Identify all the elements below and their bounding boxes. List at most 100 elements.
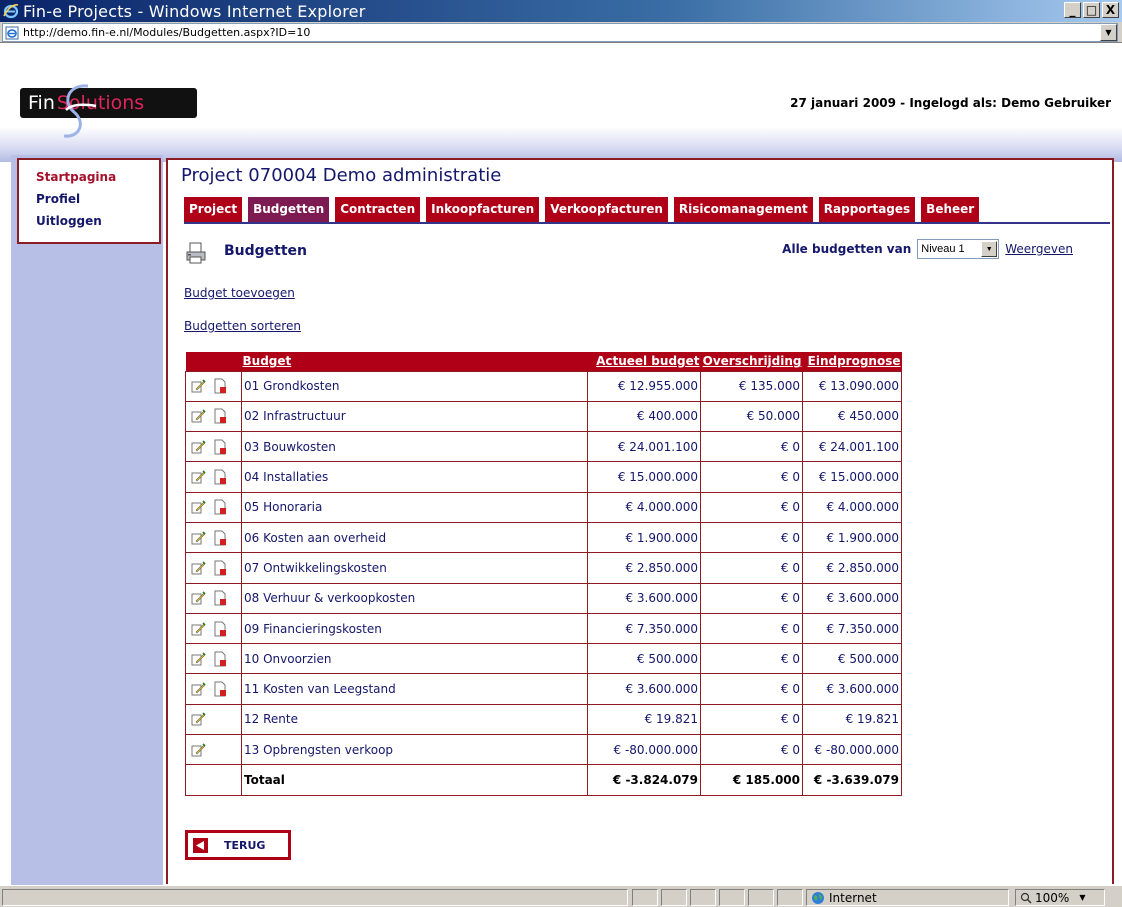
status-cell xyxy=(777,889,803,906)
page-header: Fin Solutions 27 januari 2009 - Ingelogd… xyxy=(0,44,1122,162)
fin-e-solutions-logo[interactable]: Fin Solutions xyxy=(20,84,197,138)
eindprognose: € 2.850.000 xyxy=(802,552,902,584)
delete-icon[interactable] xyxy=(212,439,228,455)
security-zone: Internet xyxy=(806,889,1009,906)
back-label: TERUG xyxy=(224,838,266,852)
row-actions xyxy=(185,461,242,493)
budget-filter: Alle budgetten van Niveau 1 ▼ Weergeven xyxy=(782,239,1073,259)
header-eindprognose[interactable]: Eindprognose xyxy=(802,352,902,371)
delete-icon[interactable] xyxy=(212,681,228,697)
table-row: 11 Kosten van Leegstand € 3.600.000 € 0 € 3… xyxy=(185,673,902,705)
edit-icon[interactable] xyxy=(190,378,206,394)
eindprognose: € 24.001.100 xyxy=(802,431,902,463)
edit-icon[interactable] xyxy=(190,651,206,667)
tab-project[interactable]: Project xyxy=(184,197,243,222)
delete-icon[interactable] xyxy=(212,651,228,667)
login-info: 27 januari 2009 - Ingelogd als: Demo Geb… xyxy=(790,96,1111,110)
delete-icon[interactable] xyxy=(212,590,228,606)
status-cell xyxy=(719,889,745,906)
level-select[interactable]: Niveau 1 ▼ xyxy=(917,239,1000,259)
eindprognose: € 19.821 xyxy=(802,703,902,736)
row-actions xyxy=(185,734,242,766)
delete-icon[interactable] xyxy=(212,469,228,485)
row-actions xyxy=(185,521,242,554)
total-actueel: € -3.824.079 xyxy=(587,764,701,796)
header-overschrijding[interactable]: Overschrijding xyxy=(700,352,803,371)
row-actions xyxy=(185,703,242,736)
edit-icon[interactable] xyxy=(190,742,206,758)
eindprognose: € 450.000 xyxy=(802,400,902,433)
actueel-budget: € 3.600.000 xyxy=(587,582,701,614)
edit-icon[interactable] xyxy=(190,469,206,485)
chevron-down-icon[interactable]: ▼ xyxy=(1079,893,1085,902)
delete-icon[interactable] xyxy=(212,530,228,546)
tab-verkoopfacturen[interactable]: Verkoopfacturen xyxy=(545,197,668,222)
overschrijding: € 50.000 xyxy=(700,400,803,433)
delete-icon[interactable] xyxy=(212,378,228,394)
edit-icon[interactable] xyxy=(190,499,206,515)
maximize-button[interactable]: □ xyxy=(1083,2,1100,18)
minimize-button[interactable]: _ xyxy=(1064,2,1081,18)
chevron-down-icon[interactable]: ▼ xyxy=(981,241,998,257)
sidebar-item-uitloggen[interactable]: Uitloggen xyxy=(36,214,159,228)
address-dropdown-icon[interactable]: ▼ xyxy=(1100,24,1117,41)
edit-icon[interactable] xyxy=(190,439,206,455)
actueel-budget: € 3.600.000 xyxy=(587,673,701,705)
tab-budgetten[interactable]: Budgetten xyxy=(248,197,330,222)
sidebar-item-startpagina[interactable]: Startpagina xyxy=(36,170,159,184)
header-actueel-budget[interactable]: Actueel budget xyxy=(587,352,701,371)
delete-icon[interactable] xyxy=(212,408,228,424)
eindprognose: € 7.350.000 xyxy=(802,612,902,645)
tab-rapportages[interactable]: Rapportages xyxy=(818,197,916,222)
budget-name: 08 Verhuur & verkoopkosten xyxy=(241,582,588,614)
address-bar: http://demo.fin-e.nl/Modules/Budgetten.a… xyxy=(0,22,1122,43)
back-button[interactable]: TERUG xyxy=(185,830,291,860)
tab-risicomanagement[interactable]: Risicomanagement xyxy=(673,197,813,222)
edit-icon[interactable] xyxy=(190,621,206,637)
main-panel: Project 070004 Demo administratie Projec… xyxy=(166,158,1114,884)
table-row: 06 Kosten aan overheid € 1.900.000 € 0 € 1.… xyxy=(185,521,902,554)
edit-icon[interactable] xyxy=(190,560,206,576)
tab-beheer[interactable]: Beheer xyxy=(921,197,980,222)
tab-inkoopfacturen[interactable]: Inkoopfacturen xyxy=(426,197,540,222)
table-header-row: Budget Actueel budget Overschrijding Ein… xyxy=(185,352,902,371)
address-field[interactable]: http://demo.fin-e.nl/Modules/Budgetten.a… xyxy=(2,23,1118,42)
overschrijding: € 0 xyxy=(700,552,803,584)
internet-explorer-icon xyxy=(2,2,20,20)
tab-divider xyxy=(184,222,1110,224)
budget-table: Budget Actueel budget Overschrijding Ein… xyxy=(185,352,902,796)
zoom-control[interactable]: 100% ▼ xyxy=(1015,889,1105,906)
add-budget-link[interactable]: Budget toevoegen xyxy=(184,286,295,300)
row-actions xyxy=(185,643,242,675)
sidebar-item-profiel[interactable]: Profiel xyxy=(36,192,159,206)
row-actions xyxy=(185,370,242,402)
row-actions xyxy=(185,491,242,523)
eindprognose: € 4.000.000 xyxy=(802,491,902,523)
edit-icon[interactable] xyxy=(190,408,206,424)
edit-icon[interactable] xyxy=(190,590,206,606)
table-row: 05 Honoraria € 4.000.000 € 0 € 4.000.000 xyxy=(185,491,902,523)
delete-icon[interactable] xyxy=(212,499,228,515)
eindprognose: € 15.000.000 xyxy=(802,461,902,493)
actueel-budget: € 12.955.000 xyxy=(587,370,701,402)
actueel-budget: € 15.000.000 xyxy=(587,461,701,493)
page-title: Project 070004 Demo administratie xyxy=(181,165,502,186)
edit-icon[interactable] xyxy=(190,711,206,727)
delete-icon[interactable] xyxy=(212,621,228,637)
sort-budgets-link[interactable]: Budgetten sorteren xyxy=(184,319,301,333)
eindprognose: € -80.000.000 xyxy=(802,734,902,766)
sidebar-background xyxy=(11,155,163,885)
table-row: 01 Grondkosten € 12.955.000 € 135.000 € 13.… xyxy=(185,370,902,402)
header-budget[interactable]: Budget xyxy=(241,352,588,371)
edit-icon[interactable] xyxy=(190,681,206,697)
show-button[interactable]: Weergeven xyxy=(1005,242,1073,256)
delete-icon[interactable] xyxy=(212,560,228,576)
edit-icon[interactable] xyxy=(190,530,206,546)
close-button[interactable]: X xyxy=(1102,2,1119,18)
actueel-budget: € 4.000.000 xyxy=(587,491,701,523)
globe-icon xyxy=(812,891,824,904)
eindprognose: € 1.900.000 xyxy=(802,521,902,554)
actueel-budget: € 2.850.000 xyxy=(587,552,701,584)
tab-contracten[interactable]: Contracten xyxy=(335,197,421,222)
budget-name: 03 Bouwkosten xyxy=(241,431,588,463)
